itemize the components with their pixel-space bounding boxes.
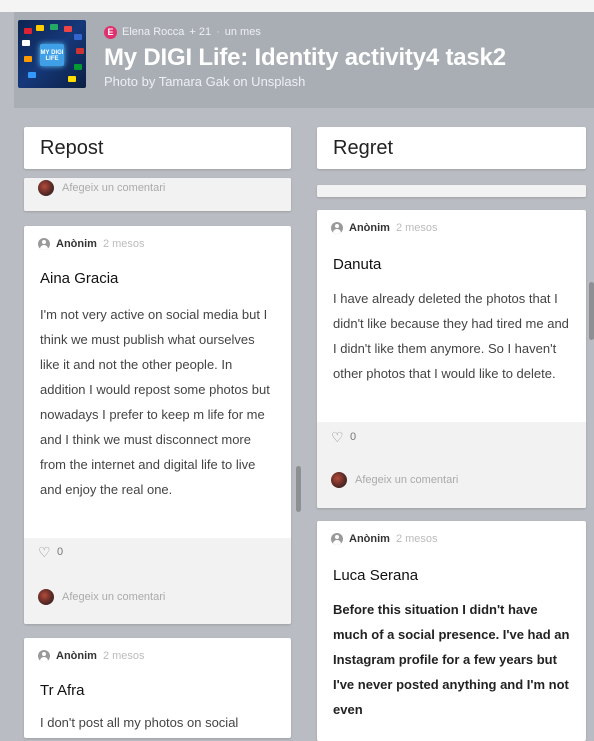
post-time: 2 mesos bbox=[102, 238, 145, 250]
card-author: Anònim 2 mesos bbox=[38, 238, 145, 250]
anonymous-user-icon bbox=[38, 238, 50, 250]
user-avatar bbox=[38, 589, 54, 605]
post-title: Danuta bbox=[333, 256, 382, 273]
like-count: 0 bbox=[350, 431, 357, 443]
author-avatar[interactable]: E bbox=[104, 25, 117, 39]
anonymous-user-icon bbox=[331, 222, 343, 234]
like-button[interactable]: ♡ 0 bbox=[331, 429, 357, 445]
comment-placeholder: Afegeix un comentari bbox=[62, 591, 166, 603]
board-header: MY DIGI LIFE E Elena Rocca + 21 · un mes… bbox=[14, 12, 594, 108]
heart-icon: ♡ bbox=[38, 544, 51, 560]
comment-row[interactable]: Afegeix un comentari bbox=[38, 180, 165, 196]
partial-card: Afegeix un comentari bbox=[24, 178, 291, 211]
anonymous-user-icon bbox=[38, 650, 50, 662]
post-body: I'm not very active on social media but … bbox=[40, 307, 270, 497]
column-scrollbar[interactable] bbox=[296, 466, 301, 512]
post-body: I have already deleted the photos that I… bbox=[333, 291, 569, 381]
thumbnail-text: MY DIGI LIFE bbox=[40, 50, 64, 62]
card-author: Anònim 2 mesos bbox=[38, 650, 145, 662]
post-time: 2 mesos bbox=[102, 650, 145, 662]
post-card[interactable]: Anònim 2 mesos Tr Afra I don't post all … bbox=[24, 638, 291, 738]
user-avatar bbox=[331, 472, 347, 488]
top-strip bbox=[0, 0, 594, 12]
post-time: 2 mesos bbox=[395, 222, 438, 234]
post-title: Tr Afra bbox=[40, 682, 85, 699]
card-author: Anònim 2 mesos bbox=[331, 533, 438, 545]
followers-count: + 21 bbox=[189, 26, 212, 38]
comment-input[interactable]: Afegeix un comentari bbox=[38, 589, 165, 605]
meta-separator: · bbox=[216, 26, 220, 38]
author-name: Anònim bbox=[56, 238, 97, 250]
post-time: 2 mesos bbox=[395, 533, 438, 545]
author-name: Anònim bbox=[349, 222, 390, 234]
heart-icon: ♡ bbox=[331, 429, 344, 445]
like-button[interactable]: ♡ 0 bbox=[38, 544, 64, 560]
board-thumbnail[interactable]: MY DIGI LIFE bbox=[18, 20, 86, 88]
comment-placeholder: Afegeix un comentari bbox=[355, 474, 459, 486]
column-header-regret[interactable]: Regret bbox=[317, 127, 586, 169]
column-header-repost[interactable]: Repost bbox=[24, 127, 291, 169]
post-card[interactable]: Anònim 2 mesos Aina Gracia I'm not very … bbox=[24, 226, 291, 624]
author-name: Anònim bbox=[56, 650, 97, 662]
post-card[interactable]: Anònim 2 mesos Luca Serana Before this s… bbox=[317, 521, 586, 741]
anonymous-user-icon bbox=[331, 533, 343, 545]
board-time: un mes bbox=[224, 26, 261, 38]
like-count: 0 bbox=[57, 546, 64, 558]
comment-input[interactable]: Afegeix un comentari bbox=[331, 472, 458, 488]
author-name[interactable]: Elena Rocca bbox=[122, 26, 184, 38]
author-name: Anònim bbox=[349, 533, 390, 545]
board-title: My DIGI Life: Identity activity4 task2 bbox=[104, 44, 506, 71]
user-avatar bbox=[38, 180, 54, 196]
post-card[interactable]: Anònim 2 mesos Danuta I have already del… bbox=[317, 210, 586, 508]
partial-card bbox=[317, 185, 586, 197]
board-subtitle: Photo by Tamara Gak on Unsplash bbox=[104, 74, 306, 89]
card-footer: ♡ 0 Afegeix un comentari bbox=[24, 538, 291, 624]
comment-placeholder: Afegeix un comentari bbox=[62, 182, 166, 194]
column-scrollbar[interactable] bbox=[589, 282, 594, 340]
post-body: I don't post all my photos on social bbox=[40, 715, 239, 730]
post-title: Luca Serana bbox=[333, 567, 419, 584]
card-footer: ♡ 0 Afegeix un comentari bbox=[317, 422, 586, 508]
card-author: Anònim 2 mesos bbox=[331, 222, 438, 234]
board-meta: E Elena Rocca + 21 · un mes bbox=[104, 24, 261, 40]
post-body: Before this situation I didn't have much… bbox=[333, 602, 570, 717]
post-title: Aina Gracia bbox=[40, 270, 119, 287]
